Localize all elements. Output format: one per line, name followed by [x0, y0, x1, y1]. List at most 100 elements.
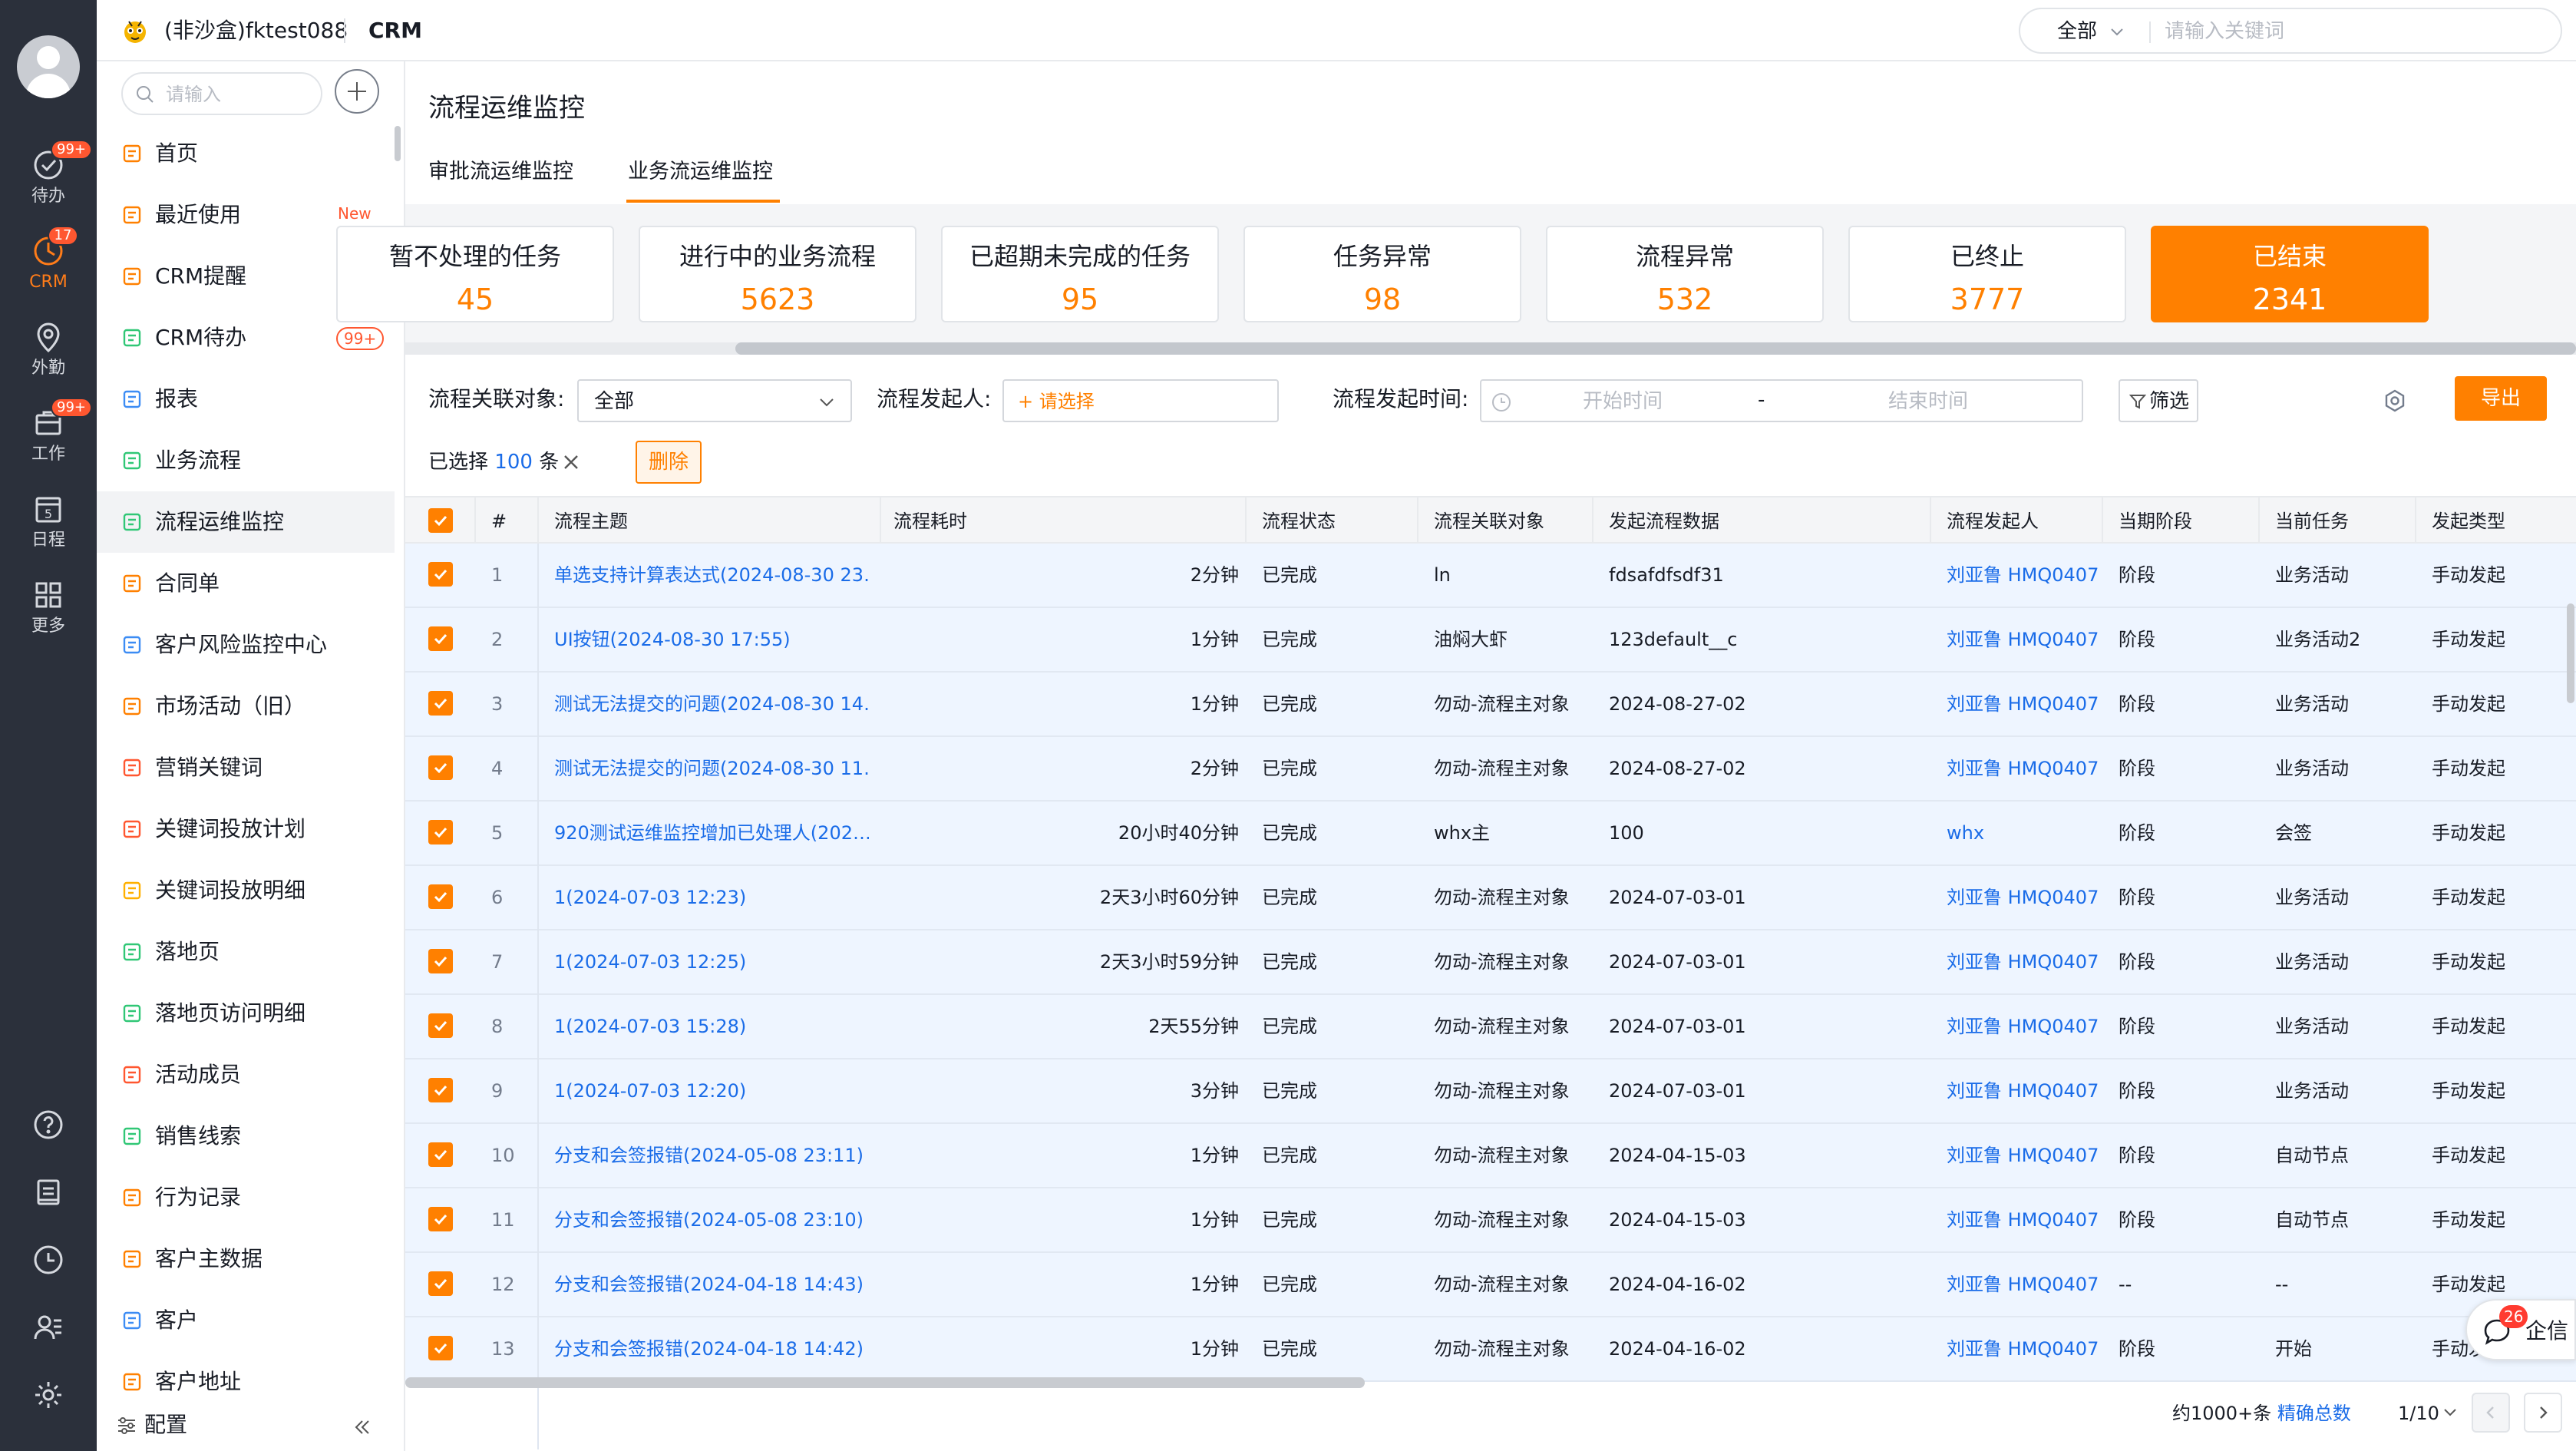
- rail-item-crm[interactable]: 17 CRM: [0, 223, 97, 302]
- row-checkbox[interactable]: [428, 820, 453, 844]
- cell-initiator[interactable]: 刘亚鲁 HMQ0407: [1947, 1207, 2099, 1233]
- rail-item-field[interactable]: 外勤: [0, 309, 97, 388]
- cell-subject[interactable]: UI按钮(2024-08-30 17:55): [554, 626, 869, 653]
- cell-subject[interactable]: 1(2024-07-03 12:25): [554, 949, 869, 975]
- column-settings-icon[interactable]: [2381, 387, 2409, 415]
- collapse-sidebar-icon[interactable]: [350, 1416, 373, 1439]
- cell-initiator[interactable]: 刘亚鲁 HMQ0407: [1947, 1336, 2099, 1362]
- cell-subject[interactable]: 1(2024-07-03 15:28): [554, 1013, 869, 1039]
- table-row[interactable]: 7 1(2024-07-03 12:25) 2天3小时59分钟 已完成 勿动-流程主对象…: [405, 930, 2576, 995]
- sidebar-scrollbar[interactable]: [395, 126, 401, 161]
- sidebar-search[interactable]: 请输入: [121, 72, 322, 115]
- stat-card-5[interactable]: 已终止 3777: [1848, 226, 2126, 322]
- sidebar-item-5[interactable]: 业务流程: [97, 430, 395, 491]
- table-row[interactable]: 2 UI按钮(2024-08-30 17:55) 1分钟 已完成 油焖大虾 123defa…: [405, 608, 2576, 673]
- cell-subject[interactable]: 1(2024-07-03 12:20): [554, 1078, 869, 1104]
- prev-page-button[interactable]: [2472, 1393, 2510, 1433]
- stat-card-3[interactable]: 任务异常 98: [1243, 226, 1521, 322]
- cell-initiator[interactable]: whx: [1947, 820, 1984, 846]
- table-row[interactable]: 5 920测试运维监控增加已处理人(202… 20小时40分钟 已完成 whx主 100 w…: [405, 802, 2576, 866]
- table-row[interactable]: 1 单选支持计算表达式(2024-08-30 23… 2分钟 已完成 ln fdsafdf…: [405, 544, 2576, 608]
- row-checkbox[interactable]: [428, 562, 453, 587]
- col-header-initiator[interactable]: 流程发起人: [1947, 510, 2039, 533]
- cell-subject[interactable]: 分支和会签报错(2024-04-18 14:42): [554, 1336, 869, 1362]
- stat-card-4[interactable]: 流程异常 532: [1546, 226, 1824, 322]
- history-icon[interactable]: [31, 1242, 66, 1277]
- stats-scrollbar[interactable]: [405, 342, 2576, 355]
- cell-subject[interactable]: 单选支持计算表达式(2024-08-30 23…: [554, 562, 869, 588]
- next-page-button[interactable]: [2524, 1393, 2562, 1433]
- cell-initiator[interactable]: 刘亚鲁 HMQ0407: [1947, 1013, 2099, 1039]
- stat-card-1[interactable]: 进行中的业务流程 5623: [639, 226, 916, 322]
- notes-icon[interactable]: [31, 1175, 66, 1210]
- start-time-input[interactable]: 开始时间: [1583, 390, 1663, 413]
- sidebar-item-14[interactable]: 落地页访问明细: [97, 983, 395, 1044]
- page-select[interactable]: 1/10: [2398, 1400, 2439, 1426]
- row-checkbox[interactable]: [428, 1207, 453, 1231]
- cell-initiator[interactable]: 刘亚鲁 HMQ0407: [1947, 1142, 2099, 1168]
- help-icon[interactable]: [31, 1107, 66, 1142]
- col-header-stage[interactable]: 当期阶段: [2119, 510, 2192, 533]
- stat-card-0[interactable]: 暂不处理的任务 45: [336, 226, 614, 322]
- filter-button[interactable]: 筛选: [2119, 379, 2198, 422]
- sidebar-item-13[interactable]: 落地页: [97, 921, 395, 983]
- cell-initiator[interactable]: 刘亚鲁 HMQ0407: [1947, 949, 2099, 975]
- col-header-data[interactable]: 发起流程数据: [1609, 510, 1719, 533]
- config-link[interactable]: 配置: [144, 1411, 187, 1439]
- qixin-chat-button[interactable]: 26 企信: [2465, 1299, 2576, 1360]
- cell-subject[interactable]: 1(2024-07-03 12:23): [554, 884, 869, 911]
- tab-approval-monitor[interactable]: 审批流运维监控: [428, 157, 573, 187]
- date-range-picker[interactable]: 开始时间 - 结束时间: [1480, 379, 2083, 422]
- accurate-total-link[interactable]: 精确总数: [2277, 1403, 2351, 1424]
- sidebar-item-17[interactable]: 行为记录: [97, 1167, 395, 1228]
- row-checkbox[interactable]: [428, 884, 453, 909]
- sidebar-search-input[interactable]: 请输入: [166, 83, 221, 106]
- sidebar-item-18[interactable]: 客户主数据: [97, 1228, 395, 1290]
- table-horizontal-scrollbar[interactable]: [405, 1377, 1365, 1388]
- rail-item-calendar[interactable]: 5 日程: [0, 481, 97, 560]
- row-checkbox[interactable]: [428, 626, 453, 651]
- global-search-input[interactable]: 请输入关键词: [2165, 20, 2284, 43]
- sidebar-item-12[interactable]: 关键词投放明细: [97, 860, 395, 921]
- cell-subject[interactable]: 测试无法提交的问题(2024-08-30 14…: [554, 691, 869, 717]
- settings-icon[interactable]: [31, 1377, 66, 1413]
- row-checkbox[interactable]: [428, 691, 453, 716]
- row-checkbox[interactable]: [428, 1271, 453, 1296]
- cell-initiator[interactable]: 刘亚鲁 HMQ0407: [1947, 1078, 2099, 1104]
- row-checkbox[interactable]: [428, 755, 453, 780]
- table-row[interactable]: 13 分支和会签报错(2024-04-18 14:42) 1分钟 已完成 勿动-流程主对…: [405, 1317, 2576, 1382]
- col-header-type[interactable]: 发起类型: [2432, 510, 2505, 533]
- sidebar-item-0[interactable]: 首页: [97, 123, 395, 184]
- row-checkbox[interactable]: [428, 949, 453, 973]
- cell-subject[interactable]: 分支和会签报错(2024-05-08 23:10): [554, 1207, 869, 1233]
- sidebar-item-15[interactable]: 活动成员: [97, 1044, 395, 1106]
- cell-initiator[interactable]: 刘亚鲁 HMQ0407: [1947, 626, 2099, 653]
- object-filter-select[interactable]: 全部: [577, 379, 852, 422]
- stat-card-6[interactable]: 已结束 2341: [2151, 226, 2429, 322]
- row-checkbox[interactable]: [428, 1142, 453, 1167]
- rail-item-todo[interactable]: 99+ 待办: [0, 137, 97, 216]
- table-row[interactable]: 10 分支和会签报错(2024-05-08 23:11) 1分钟 已完成 勿动-流程主对…: [405, 1124, 2576, 1188]
- table-row[interactable]: 12 分支和会签报错(2024-04-18 14:43) 1分钟 已完成 勿动-流程主对…: [405, 1253, 2576, 1317]
- cell-initiator[interactable]: 刘亚鲁 HMQ0407: [1947, 1271, 2099, 1297]
- table-row[interactable]: 8 1(2024-07-03 15:28) 2天55分钟 已完成 勿动-流程主对象 202…: [405, 995, 2576, 1059]
- cell-subject[interactable]: 分支和会签报错(2024-05-08 23:11): [554, 1142, 869, 1168]
- table-row[interactable]: 6 1(2024-07-03 12:23) 2天3小时60分钟 已完成 勿动-流程主对象…: [405, 866, 2576, 930]
- sidebar-item-6[interactable]: 流程运维监控: [97, 491, 395, 553]
- stat-card-2[interactable]: 已超期未完成的任务 95: [941, 226, 1219, 322]
- cell-initiator[interactable]: 刘亚鲁 HMQ0407: [1947, 884, 2099, 911]
- table-row[interactable]: 3 测试无法提交的问题(2024-08-30 14… 1分钟 已完成 勿动-流程主对象 2…: [405, 673, 2576, 737]
- sidebar-item-7[interactable]: 合同单: [97, 553, 395, 614]
- sidebar-item-11[interactable]: 关键词投放计划: [97, 798, 395, 860]
- export-button[interactable]: 导出: [2455, 376, 2547, 421]
- user-avatar[interactable]: [17, 35, 80, 98]
- table-row[interactable]: 9 1(2024-07-03 12:20) 3分钟 已完成 勿动-流程主对象 2024-0…: [405, 1059, 2576, 1124]
- sidebar-item-10[interactable]: 营销关键词: [97, 737, 395, 798]
- cell-subject[interactable]: 920测试运维监控增加已处理人(202…: [554, 820, 869, 846]
- col-header-task[interactable]: 当前任务: [2275, 510, 2349, 533]
- row-checkbox[interactable]: [428, 1078, 453, 1102]
- cell-initiator[interactable]: 刘亚鲁 HMQ0407: [1947, 691, 2099, 717]
- contacts-icon[interactable]: [31, 1310, 66, 1345]
- search-scope-select[interactable]: 全部: [2057, 20, 2097, 43]
- add-menu-button[interactable]: [335, 69, 379, 114]
